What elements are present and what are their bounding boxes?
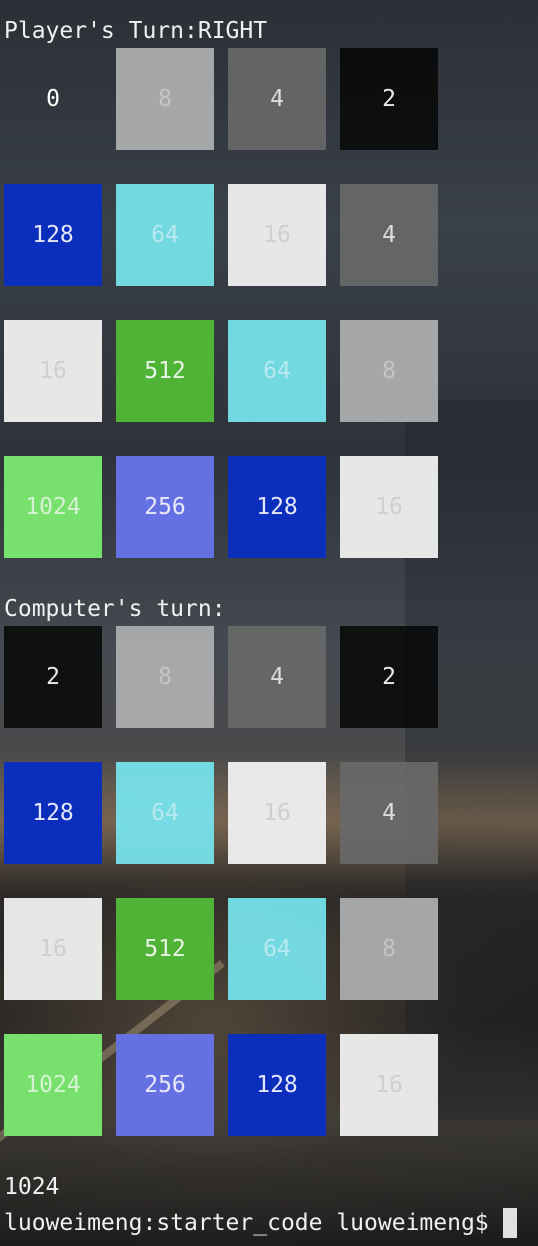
player-tile-r3-c0: 1024: [4, 456, 102, 558]
shell-prompt: luoweimeng:starter_code luoweimeng$: [4, 1210, 489, 1236]
terminal-cursor: [502, 1208, 517, 1238]
player-tile-r1-c0: 128: [4, 184, 102, 286]
player-tile-r3-c3: 16: [340, 456, 438, 558]
terminal-window[interactable]: Player's Turn:RIGHT 0 8 4 2 128 64 16 4 …: [0, 0, 538, 1246]
computer-tile-r3-c0: 1024: [4, 1034, 102, 1136]
computer-tile-r3-c3: 16: [340, 1034, 438, 1136]
computer-turn-label: Computer's turn:: [4, 596, 226, 622]
computer-tile-r2-c2: 64: [228, 898, 326, 1000]
computer-tile-r1-c3: 4: [340, 762, 438, 864]
player-tile-r2-c1: 512: [116, 320, 214, 422]
player-tile-r1-c1: 64: [116, 184, 214, 286]
shell-prompt-line[interactable]: luoweimeng:starter_code luoweimeng$: [4, 1208, 517, 1238]
computer-tile-r1-c1: 64: [116, 762, 214, 864]
player-tile-r1-c3: 4: [340, 184, 438, 286]
computer-tile-r1-c0: 128: [4, 762, 102, 864]
player-tile-r3-c1: 256: [116, 456, 214, 558]
player-tile-r0-c3: 2: [340, 48, 438, 150]
player-tile-r3-c2: 128: [228, 456, 326, 558]
computer-tile-r2-c0: 16: [4, 898, 102, 1000]
computer-tile-r2-c1: 512: [116, 898, 214, 1000]
player-tile-r0-c2: 4: [228, 48, 326, 150]
computer-tile-r0-c2: 4: [228, 626, 326, 728]
player-tile-r0-c0: 0: [46, 86, 60, 112]
player-tile-r2-c3: 8: [340, 320, 438, 422]
computer-tile-r2-c3: 8: [340, 898, 438, 1000]
player-tile-r2-c2: 64: [228, 320, 326, 422]
player-board: 0 8 4 2 128 64 16 4 16 512 64 8 1024 256…: [4, 48, 438, 558]
player-tile-r1-c2: 16: [228, 184, 326, 286]
computer-tile-r0-c3: 2: [340, 626, 438, 728]
computer-tile-r0-c1: 8: [116, 626, 214, 728]
computer-tile-r3-c1: 256: [116, 1034, 214, 1136]
player-turn-label: Player's Turn:RIGHT: [4, 18, 268, 44]
computer-tile-r1-c2: 16: [228, 762, 326, 864]
player-tile-r2-c0: 16: [4, 320, 102, 422]
player-tile-r0-c1: 8: [116, 48, 214, 150]
computer-tile-r3-c2: 128: [228, 1034, 326, 1136]
final-score: 1024: [4, 1174, 60, 1200]
computer-tile-r0-c0: 2: [4, 626, 102, 728]
computer-board: 2 8 4 2 128 64 16 4 16 512 64 8 1024 256…: [4, 626, 438, 1136]
